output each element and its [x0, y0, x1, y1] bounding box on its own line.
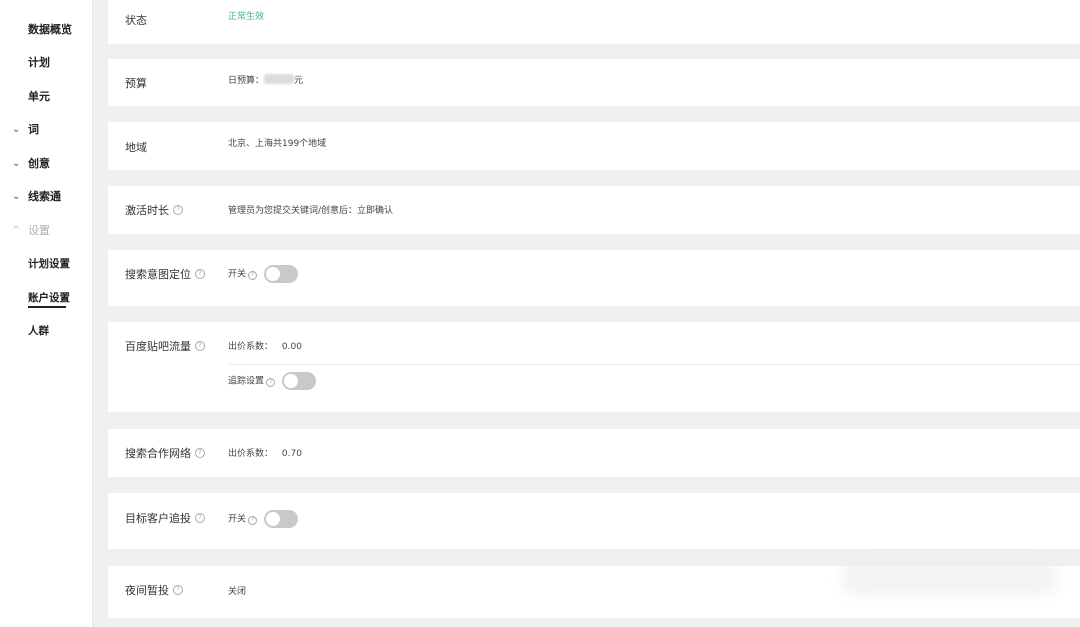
help-icon[interactable]: ? — [195, 448, 205, 458]
sidebar-item-data-overview[interactable]: 数据概览 — [28, 23, 72, 37]
target-customer-toggle[interactable] — [263, 510, 298, 528]
help-icon[interactable]: ? — [266, 377, 276, 387]
sidebar-item-unit[interactable]: 单元 — [28, 90, 50, 104]
tieba-row: 百度贴吧流量? 出价系数： 0.00 追踪设置? — [108, 322, 1080, 412]
help-icon[interactable]: ? — [248, 515, 258, 525]
active-indicator — [28, 306, 66, 308]
help-icon[interactable]: ? — [195, 513, 205, 523]
budget-value[interactable]: 日预算： 元 — [228, 74, 303, 87]
status-value: 正常生效 — [228, 12, 265, 22]
help-icon[interactable]: ? — [173, 585, 183, 595]
bid-label: 出价系数： — [228, 449, 274, 459]
budget-label: 预算 — [125, 77, 147, 90]
sidebar-item-leads[interactable]: 线索通 — [28, 190, 61, 204]
target-customer-row: 目标客户追投? 开关? — [108, 493, 1080, 549]
budget-suffix: 元 — [294, 76, 304, 86]
target-customer-switch-group: 开关? — [228, 510, 298, 528]
status-label: 状态 — [125, 14, 147, 27]
watermark-blur — [840, 560, 1060, 596]
activation-value: 管理员为您提交关键词/创意后：立即确认 — [228, 206, 394, 216]
night-pause-label: 夜间暂投? — [125, 584, 183, 598]
tracking-toggle[interactable] — [281, 372, 316, 390]
budget-row: 预算 日预算： 元 — [108, 59, 1080, 106]
help-icon[interactable]: ? — [195, 269, 205, 279]
search-network-label: 搜索合作网络? — [125, 447, 205, 461]
activation-label: 激活时长? — [125, 204, 183, 218]
switch-label: 开关 — [228, 269, 247, 280]
redacted-amount — [264, 74, 295, 84]
budget-prefix: 日预算： — [228, 76, 265, 86]
sidebar: 数据概览 计划 单元 ⌄ 词 ⌄ 创意 ⌄ 线索通 ^ 设置 计划设置 账户设置… — [0, 0, 93, 627]
tieba-bid: 出价系数： 0.00 — [228, 341, 302, 353]
night-pause-value: 关闭 — [228, 587, 247, 597]
region-row: 地域 北京、上海共199个地域 — [108, 122, 1080, 170]
bid-label: 出价系数： — [228, 342, 274, 352]
tracking-group: 追踪设置? — [228, 372, 316, 390]
region-label: 地域 — [125, 141, 147, 154]
search-intent-label: 搜索意图定位? — [125, 268, 205, 282]
sidebar-item-audience[interactable]: 人群 — [28, 324, 49, 338]
chevron-up-icon[interactable]: ^ — [12, 224, 20, 238]
sidebar-item-plan[interactable]: 计划 — [28, 56, 50, 70]
search-network-row: 搜索合作网络? 出价系数： 0.70 — [108, 429, 1080, 477]
sidebar-item-account-settings[interactable]: 账户设置 — [28, 291, 70, 305]
activation-row: 激活时长? 管理员为您提交关键词/创意后：立即确认 — [108, 186, 1080, 234]
status-row: 状态 正常生效 — [108, 0, 1080, 44]
sidebar-item-creative[interactable]: 创意 — [28, 157, 50, 171]
search-intent-toggle[interactable] — [263, 265, 298, 283]
tracking-label: 追踪设置 — [228, 376, 265, 387]
switch-label: 开关 — [228, 514, 247, 525]
toggle-knob — [283, 374, 298, 388]
sidebar-item-keywords[interactable]: 词 — [28, 123, 39, 137]
search-intent-switch-group: 开关? — [228, 265, 298, 283]
chevron-down-icon[interactable]: ⌄ — [12, 123, 20, 137]
toggle-knob — [265, 267, 280, 281]
search-network-bid: 出价系数： 0.70 — [228, 448, 302, 460]
chevron-down-icon[interactable]: ⌄ — [12, 157, 20, 171]
help-icon[interactable]: ? — [248, 270, 258, 280]
region-value[interactable]: 北京、上海共199个地域 — [228, 138, 326, 150]
target-customer-label: 目标客户追投? — [125, 512, 205, 526]
tieba-label: 百度贴吧流量? — [125, 340, 205, 354]
sidebar-item-settings[interactable]: 设置 — [28, 224, 50, 238]
search-intent-row: 搜索意图定位? 开关? — [108, 250, 1080, 306]
divider — [228, 364, 1080, 365]
help-icon[interactable]: ? — [195, 341, 205, 351]
bid-value[interactable]: 0.70 — [282, 449, 302, 459]
bid-value[interactable]: 0.00 — [282, 342, 302, 352]
chevron-down-icon[interactable]: ⌄ — [12, 190, 20, 204]
help-icon[interactable]: ? — [173, 205, 183, 215]
toggle-knob — [265, 512, 280, 526]
sidebar-item-plan-settings[interactable]: 计划设置 — [28, 257, 70, 271]
